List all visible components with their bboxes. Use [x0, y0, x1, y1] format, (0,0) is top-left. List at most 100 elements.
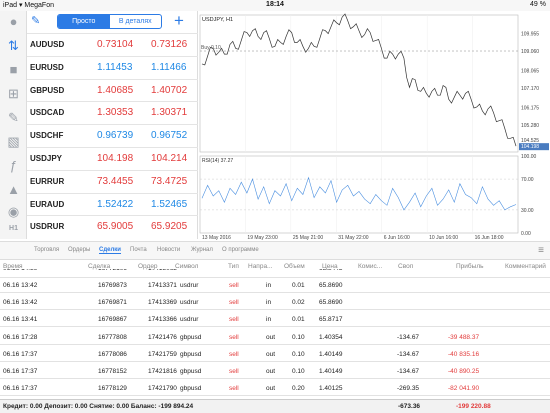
quote-ask: 1.40702: [151, 84, 188, 96]
table-row[interactable]: 06.16 17:37 16778129 17421790 gbpusd sell out…: [0, 381, 550, 397]
cell-direction: out: [266, 385, 276, 393]
quote-symbol: USDCAD: [30, 108, 65, 118]
cell-direction: in: [266, 282, 272, 289]
cell-price: 1.40149: [319, 350, 343, 358]
cell-time: 06.16 13:42: [3, 282, 38, 289]
quote-row[interactable]: USDRUR 65.9005 65.9205: [27, 215, 198, 236]
chat-icon[interactable]: ■: [4, 61, 23, 79]
account-icon[interactable]: ●: [4, 13, 23, 31]
cell-symbol: usdrur: [180, 282, 199, 289]
table-row-partial[interactable]: 06.16 14:39 16772106 17415062 65.8443: [0, 269, 550, 278]
quote-bid: 1.30353: [97, 107, 134, 119]
y-tick-label: 105.280: [521, 123, 539, 129]
add-symbol-button[interactable]: +: [174, 11, 184, 31]
cell-symbol: gbpusd: [180, 333, 202, 341]
tab-item[interactable]: Журнал: [191, 247, 213, 253]
timeframe-button[interactable]: H1: [0, 225, 27, 232]
quote-row[interactable]: EURUSD 1.11453 1.11466: [27, 55, 198, 77]
quote-row[interactable]: USDJPY 104.198 104.214: [27, 147, 198, 168]
quote-row[interactable]: EURRUR 73.4455 73.4725: [27, 169, 198, 191]
quote-symbol: EURAUD: [30, 199, 65, 209]
quotes-panel: ✎ Просто В деталях + AUDUSD 0.73104 0.7312…: [27, 11, 198, 239]
quote-bid: 0.96739: [97, 130, 134, 142]
quote-row[interactable]: AUDUSD 0.73104 0.73126: [27, 33, 198, 54]
rsi-pane-frame: [199, 155, 519, 234]
quote-symbol: EURUSD: [30, 62, 64, 72]
cell-type: sell: [229, 316, 239, 324]
objects-icon[interactable]: ▧: [4, 133, 23, 151]
cell-price: 65.8690: [319, 299, 343, 307]
settings-icon[interactable]: ≡: [538, 245, 544, 256]
cell-symbol: gbpusd: [180, 385, 202, 393]
quote-row[interactable]: GBPUSD 1.40685 1.40702: [27, 78, 198, 100]
swap-total: -673.36: [398, 403, 421, 410]
table-row[interactable]: 06.16 17:28 16777808 17421476 gbpusd sell out…: [0, 330, 550, 345]
cell-direction: out: [266, 333, 276, 341]
cell-price: 1.40125: [319, 385, 343, 393]
crosshair-icon[interactable]: ✎: [4, 109, 23, 127]
cell-type: sell: [229, 350, 239, 358]
tab-item[interactable]: Торговля: [34, 247, 59, 253]
quote-row[interactable]: USDCAD 1.30353 1.30371: [27, 101, 198, 122]
clock: 18:14: [266, 1, 284, 8]
table-row[interactable]: 06.16 13:42 16769873 17413371 usdrur sell in 0…: [0, 278, 550, 293]
trade-arrows-icon[interactable]: ⇅: [4, 37, 23, 55]
cell-order: 17421476: [148, 333, 177, 341]
chart-svg[interactable]: Buy 0.10 109.955 109.060 108.065 107.170 106.…: [198, 11, 550, 241]
cell-order: 17413371: [148, 282, 177, 289]
quote-ask: 73.4725: [151, 175, 188, 187]
table-row[interactable]: 06.16 13:41 16769867 17413366 usdrur sell in 0…: [0, 312, 550, 328]
table-row[interactable]: 06.16 13:42 16769871 17413369 usdrur sell in 0…: [0, 295, 550, 311]
y-tick-label: 106.175: [521, 105, 539, 111]
table-row[interactable]: 06.16 17:37 16778152 17421816 gbpusd sell out…: [0, 364, 550, 379]
cell-symbol: gbpusd: [180, 368, 202, 375]
account-summary: Кредит: 0.00 Депозит: 0.00 Снятие: 0.00 …: [0, 399, 550, 413]
cell-deal: 16777808: [98, 333, 127, 341]
view-simple-button[interactable]: Просто: [58, 15, 110, 28]
rsi-tick-label: 100.00: [521, 154, 537, 160]
quote-bid: 104.198: [97, 153, 134, 164]
quote-ask: 1.30371: [151, 107, 188, 119]
cell-order: 17421790: [148, 385, 177, 393]
quote-symbol: USDRUR: [30, 222, 65, 232]
cell-time: 06.16 17:37: [3, 385, 38, 393]
rsi-title: RSI(14) 37.27: [202, 158, 233, 164]
tab-item[interactable]: Почта: [130, 247, 147, 253]
cell-type: sell: [229, 282, 239, 289]
cell-deal: 16778129: [98, 385, 127, 393]
toolbox-tabs: ≡ Торговля Ордеры Сделки Почта Новости Журнал…: [0, 241, 550, 260]
quote-ask: 1.11466: [151, 61, 187, 73]
quote-ask: 0.73126: [151, 39, 188, 50]
view-detailed-button[interactable]: В деталях: [110, 15, 162, 28]
y-tick-label: 104.525: [521, 138, 539, 144]
table-row[interactable]: 06.16 17:37 16778086 17421759 gbpusd sell out…: [0, 347, 550, 362]
cell-price: 1.40149: [319, 368, 343, 375]
rsi-tick-label: 30.00: [521, 208, 534, 214]
quote-row[interactable]: USDCHF 0.96739 0.96752: [27, 124, 198, 145]
quote-ask: 0.96752: [151, 130, 188, 142]
shapes-icon[interactable]: ▲: [4, 181, 23, 199]
cell-time: 06.16 17:28: [3, 333, 38, 341]
quote-ask: 104.214: [151, 153, 188, 164]
cell-deal: 16772106: [98, 269, 127, 272]
cell-deal: 16778152: [98, 368, 127, 375]
function-icon[interactable]: ƒ: [4, 157, 23, 175]
cell-profit: -40 835.16: [448, 350, 480, 358]
tab-item[interactable]: О программе: [222, 247, 259, 253]
price-series-line: [201, 13, 517, 147]
cell-symbol: usdrur: [180, 316, 199, 324]
quote-row[interactable]: EURAUD 1.52422 1.52465: [27, 192, 198, 214]
tab-item[interactable]: Сделки: [99, 247, 121, 254]
quotes-toolbar: ✎ Просто В деталях +: [27, 11, 198, 33]
tab-item[interactable]: Новости: [157, 247, 180, 253]
edit-icon[interactable]: ✎: [31, 14, 45, 28]
status-bar: iPad ▾ MegaFon 18:14 49 %: [0, 0, 550, 11]
cell-price: 65.8690: [319, 282, 343, 289]
new-order-icon[interactable]: ⊞: [4, 85, 23, 103]
tab-item[interactable]: Ордеры: [68, 247, 90, 253]
price-chart[interactable]: Buy 0.10 109.955 109.060 108.065 107.170 106.…: [198, 11, 550, 241]
quote-symbol: USDCHF: [30, 131, 64, 141]
quote-symbol: EURRUR: [30, 176, 65, 186]
templates-icon[interactable]: ◉: [4, 203, 23, 221]
cell-direction: out: [266, 368, 276, 375]
